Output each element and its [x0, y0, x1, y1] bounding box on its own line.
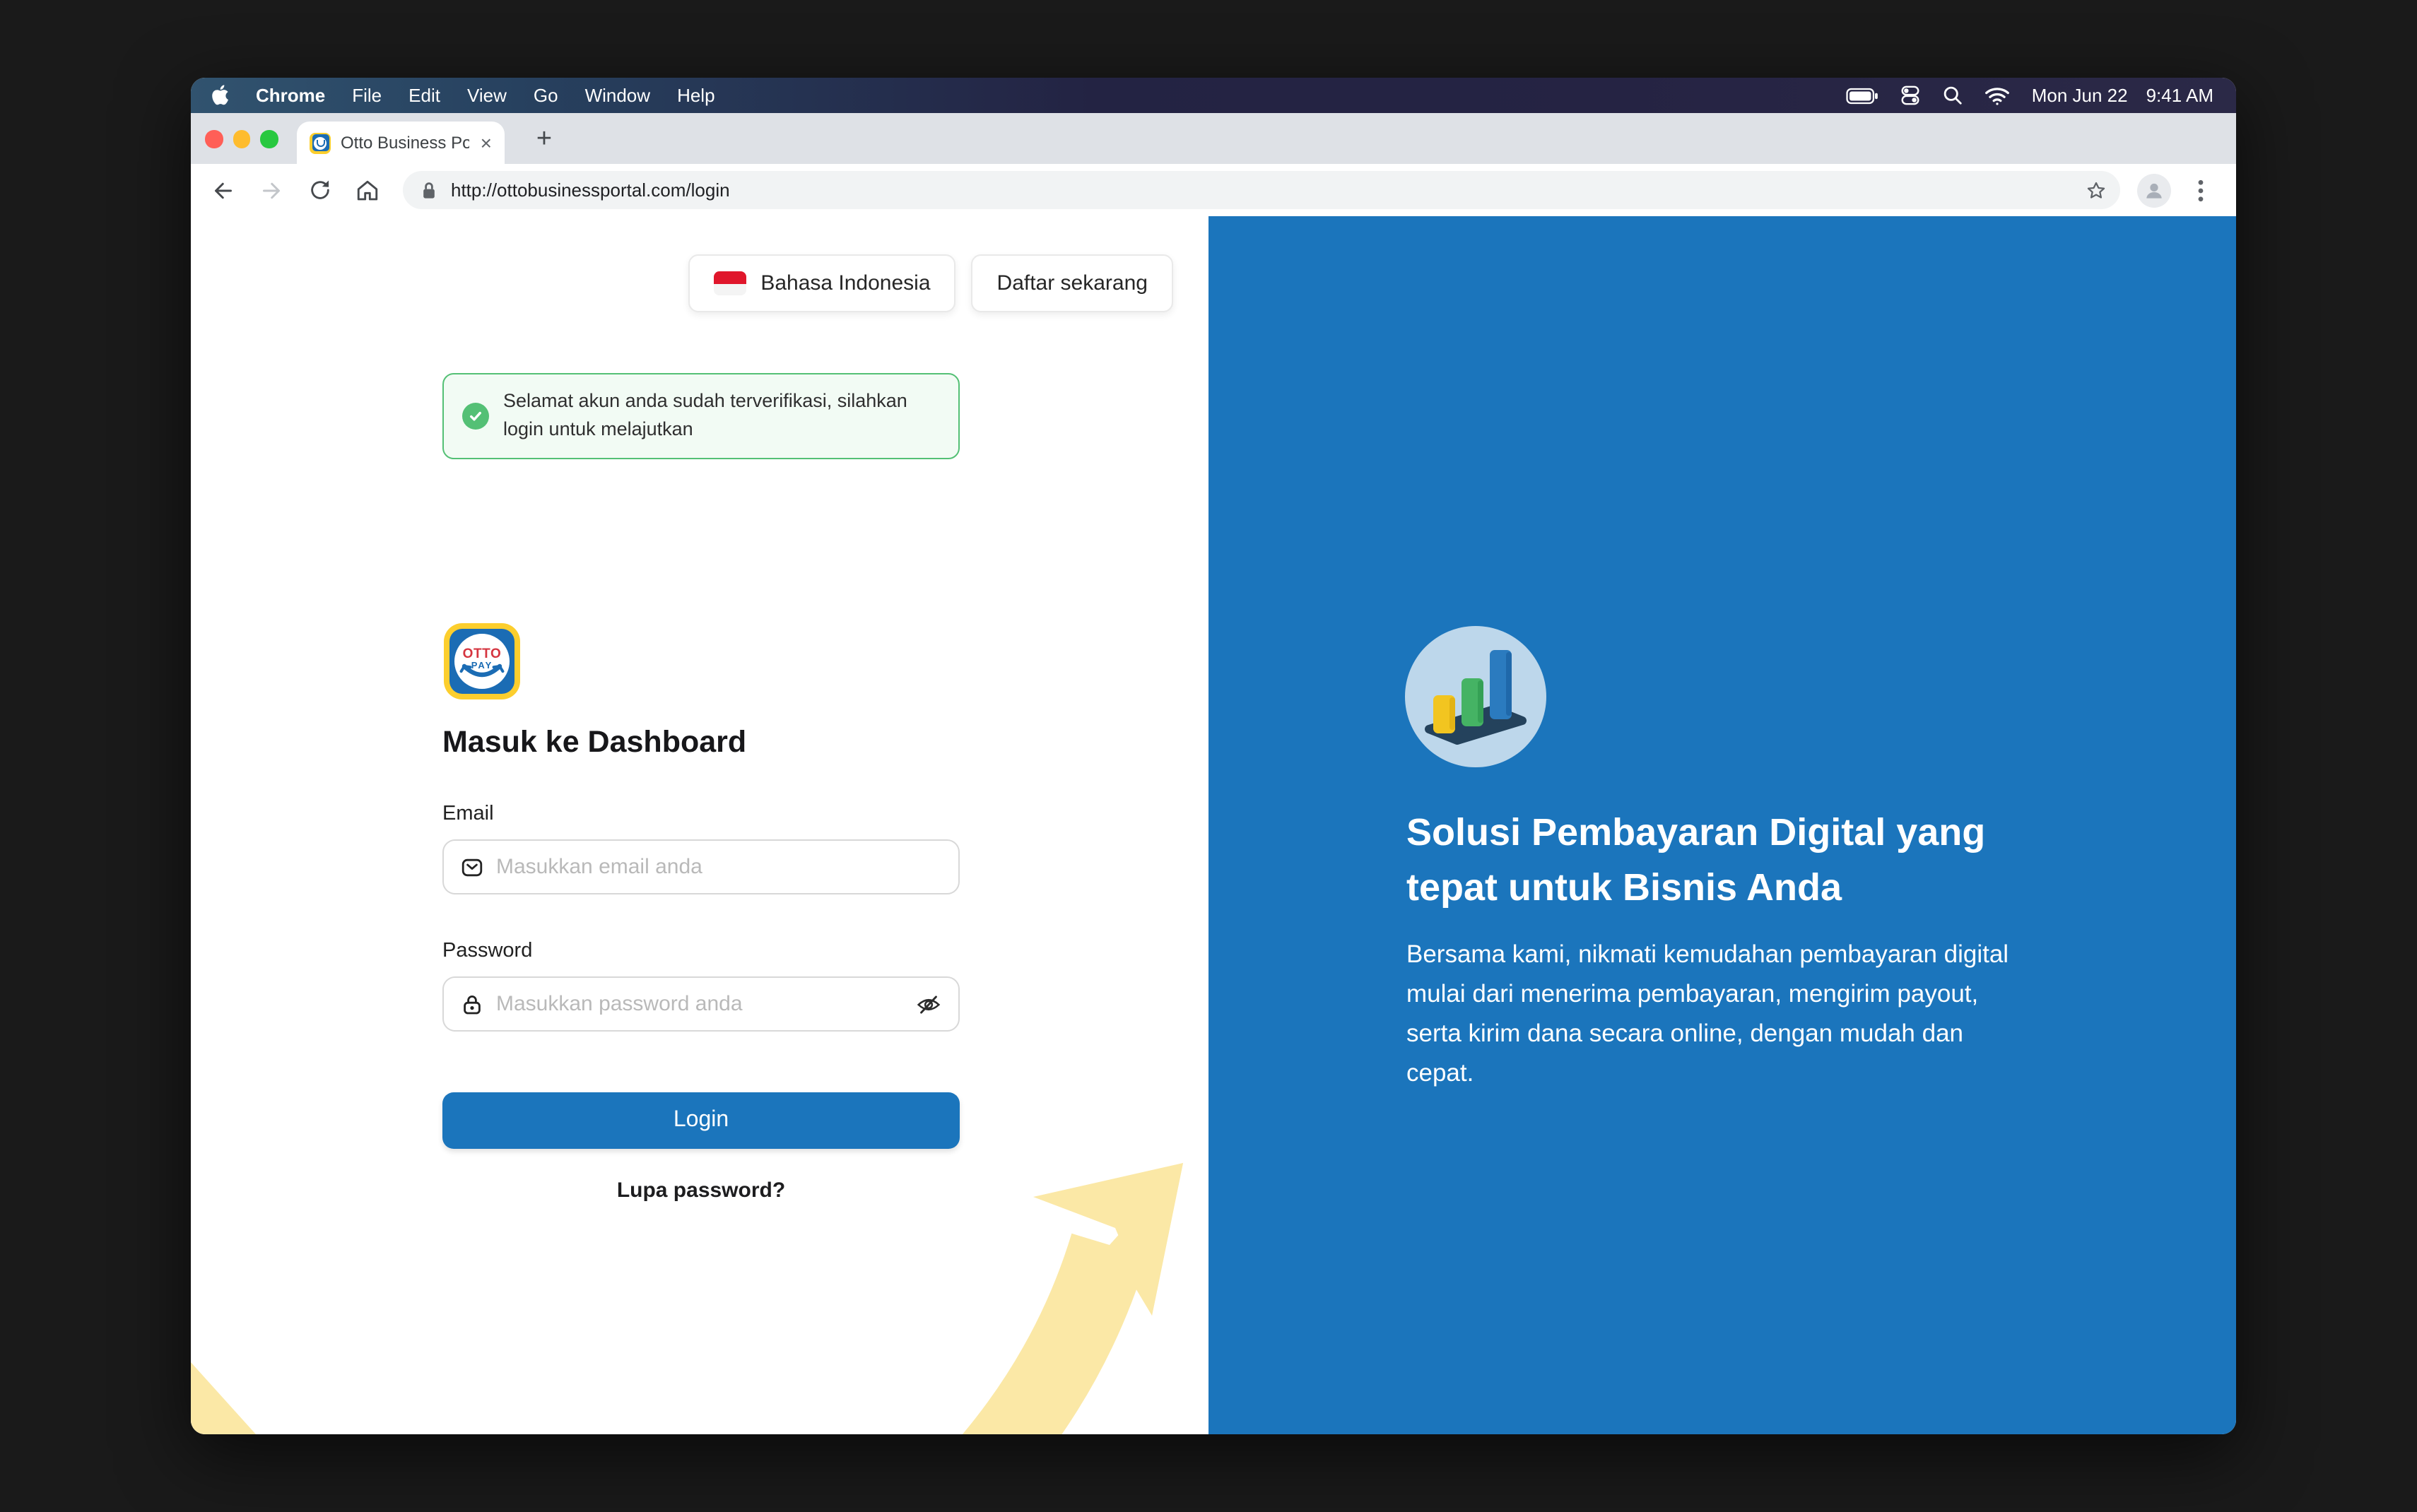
logo-text-otto: OTTO	[463, 646, 502, 661]
minimize-window-button[interactable]	[233, 130, 250, 148]
forward-icon[interactable]	[253, 172, 290, 208]
close-window-button[interactable]	[205, 130, 223, 148]
hero-description: Bersama kami, nikmati kemudahan pembayar…	[1406, 934, 2011, 1092]
browser-menu-kebab-icon[interactable]	[2182, 172, 2219, 208]
menu-bar-date[interactable]: Mon Jun 22	[2032, 85, 2128, 106]
yellow-arrow-decoration	[957, 1140, 1208, 1434]
url-text[interactable]: http://ottobusinessportal.com/login	[451, 179, 2068, 201]
tab-strip: Otto Business Portal × +	[191, 113, 2236, 164]
menu-bar-status: Mon Jun 22 9:41 AM	[1847, 85, 2213, 106]
password-field[interactable]	[442, 976, 960, 1032]
login-heading: Masuk ke Dashboard	[442, 725, 746, 760]
logo-text-pay: PAY	[471, 660, 493, 671]
screen: Chrome File Edit View Go Window Help	[0, 0, 2417, 1512]
indonesia-flag-icon	[714, 271, 746, 295]
ottopay-logo: OTTO PAY	[444, 623, 520, 699]
address-bar[interactable]: http://ottobusinessportal.com/login	[403, 171, 2120, 209]
battery-icon[interactable]	[1847, 87, 1879, 104]
hero-panel: Solusi Pembayaran Digital yang tepat unt…	[1208, 216, 2236, 1434]
menu-window[interactable]: Window	[585, 85, 651, 106]
ottopay-favicon	[310, 132, 331, 153]
login-button[interactable]: Login	[442, 1092, 960, 1149]
wifi-icon[interactable]	[1985, 85, 2011, 105]
profile-avatar-icon[interactable]	[2137, 173, 2171, 207]
menu-edit[interactable]: Edit	[408, 85, 440, 106]
reload-icon[interactable]	[301, 172, 338, 208]
yellow-corner-decoration	[191, 1362, 256, 1434]
forgot-password-link[interactable]: Lupa password?	[442, 1179, 960, 1203]
window-controls	[205, 130, 278, 148]
login-panel: Bahasa Indonesia Daftar sekarang Selamat…	[191, 216, 1208, 1434]
zoom-window-button[interactable]	[260, 130, 278, 148]
verification-success-alert: Selamat akun anda sudah terverifikasi, s…	[442, 373, 960, 459]
new-tab-button[interactable]: +	[524, 120, 564, 160]
password-lock-icon	[461, 993, 483, 1015]
browser-toolbar: http://ottobusinessportal.com/login	[191, 164, 2236, 216]
password-label: Password	[442, 940, 532, 962]
email-input[interactable]	[496, 855, 941, 879]
menu-file[interactable]: File	[352, 85, 382, 106]
email-field[interactable]	[442, 839, 960, 894]
macos-menu-bar: Chrome File Edit View Go Window Help	[191, 78, 2236, 113]
register-button-label: Daftar sekarang	[997, 271, 1148, 295]
menu-bar-time[interactable]: 9:41 AM	[2146, 85, 2213, 106]
language-selector-label: Bahasa Indonesia	[760, 271, 930, 295]
home-icon[interactable]	[349, 172, 386, 208]
toggle-password-visibility-icon[interactable]	[916, 991, 941, 1017]
apple-icon[interactable]	[211, 83, 232, 107]
alert-message: Selamat akun anda sudah terverifikasi, s…	[503, 387, 941, 444]
language-selector-button[interactable]: Bahasa Indonesia	[688, 254, 955, 312]
bookmark-star-icon[interactable]	[2081, 175, 2112, 206]
menu-view[interactable]: View	[467, 85, 507, 106]
close-tab-icon[interactable]: ×	[479, 133, 493, 153]
menu-items: Chrome File Edit View Go Window Help	[256, 85, 715, 106]
email-envelope-icon	[461, 856, 483, 878]
top-actions: Bahasa Indonesia Daftar sekarang	[688, 254, 1173, 312]
tab-otto-business-portal[interactable]: Otto Business Portal ×	[297, 122, 505, 164]
browser-window: Chrome File Edit View Go Window Help	[191, 78, 2236, 1434]
menu-chrome[interactable]: Chrome	[256, 85, 325, 106]
tab-title: Otto Business Portal	[341, 133, 469, 153]
hero-heading: Solusi Pembayaran Digital yang tepat unt…	[1406, 805, 2050, 914]
menu-go[interactable]: Go	[534, 85, 558, 106]
lock-secure-icon[interactable]	[420, 180, 438, 200]
page-content: Bahasa Indonesia Daftar sekarang Selamat…	[191, 216, 2236, 1434]
menu-help[interactable]: Help	[677, 85, 715, 106]
email-label: Email	[442, 803, 494, 825]
back-icon[interactable]	[205, 172, 242, 208]
password-input[interactable]	[496, 992, 903, 1016]
bar-chart-illustration	[1405, 626, 1546, 767]
check-circle-icon	[462, 403, 489, 430]
spotlight-search-icon[interactable]	[1943, 85, 1964, 106]
control-center-icon[interactable]	[1900, 85, 1922, 106]
register-button[interactable]: Daftar sekarang	[972, 254, 1173, 312]
